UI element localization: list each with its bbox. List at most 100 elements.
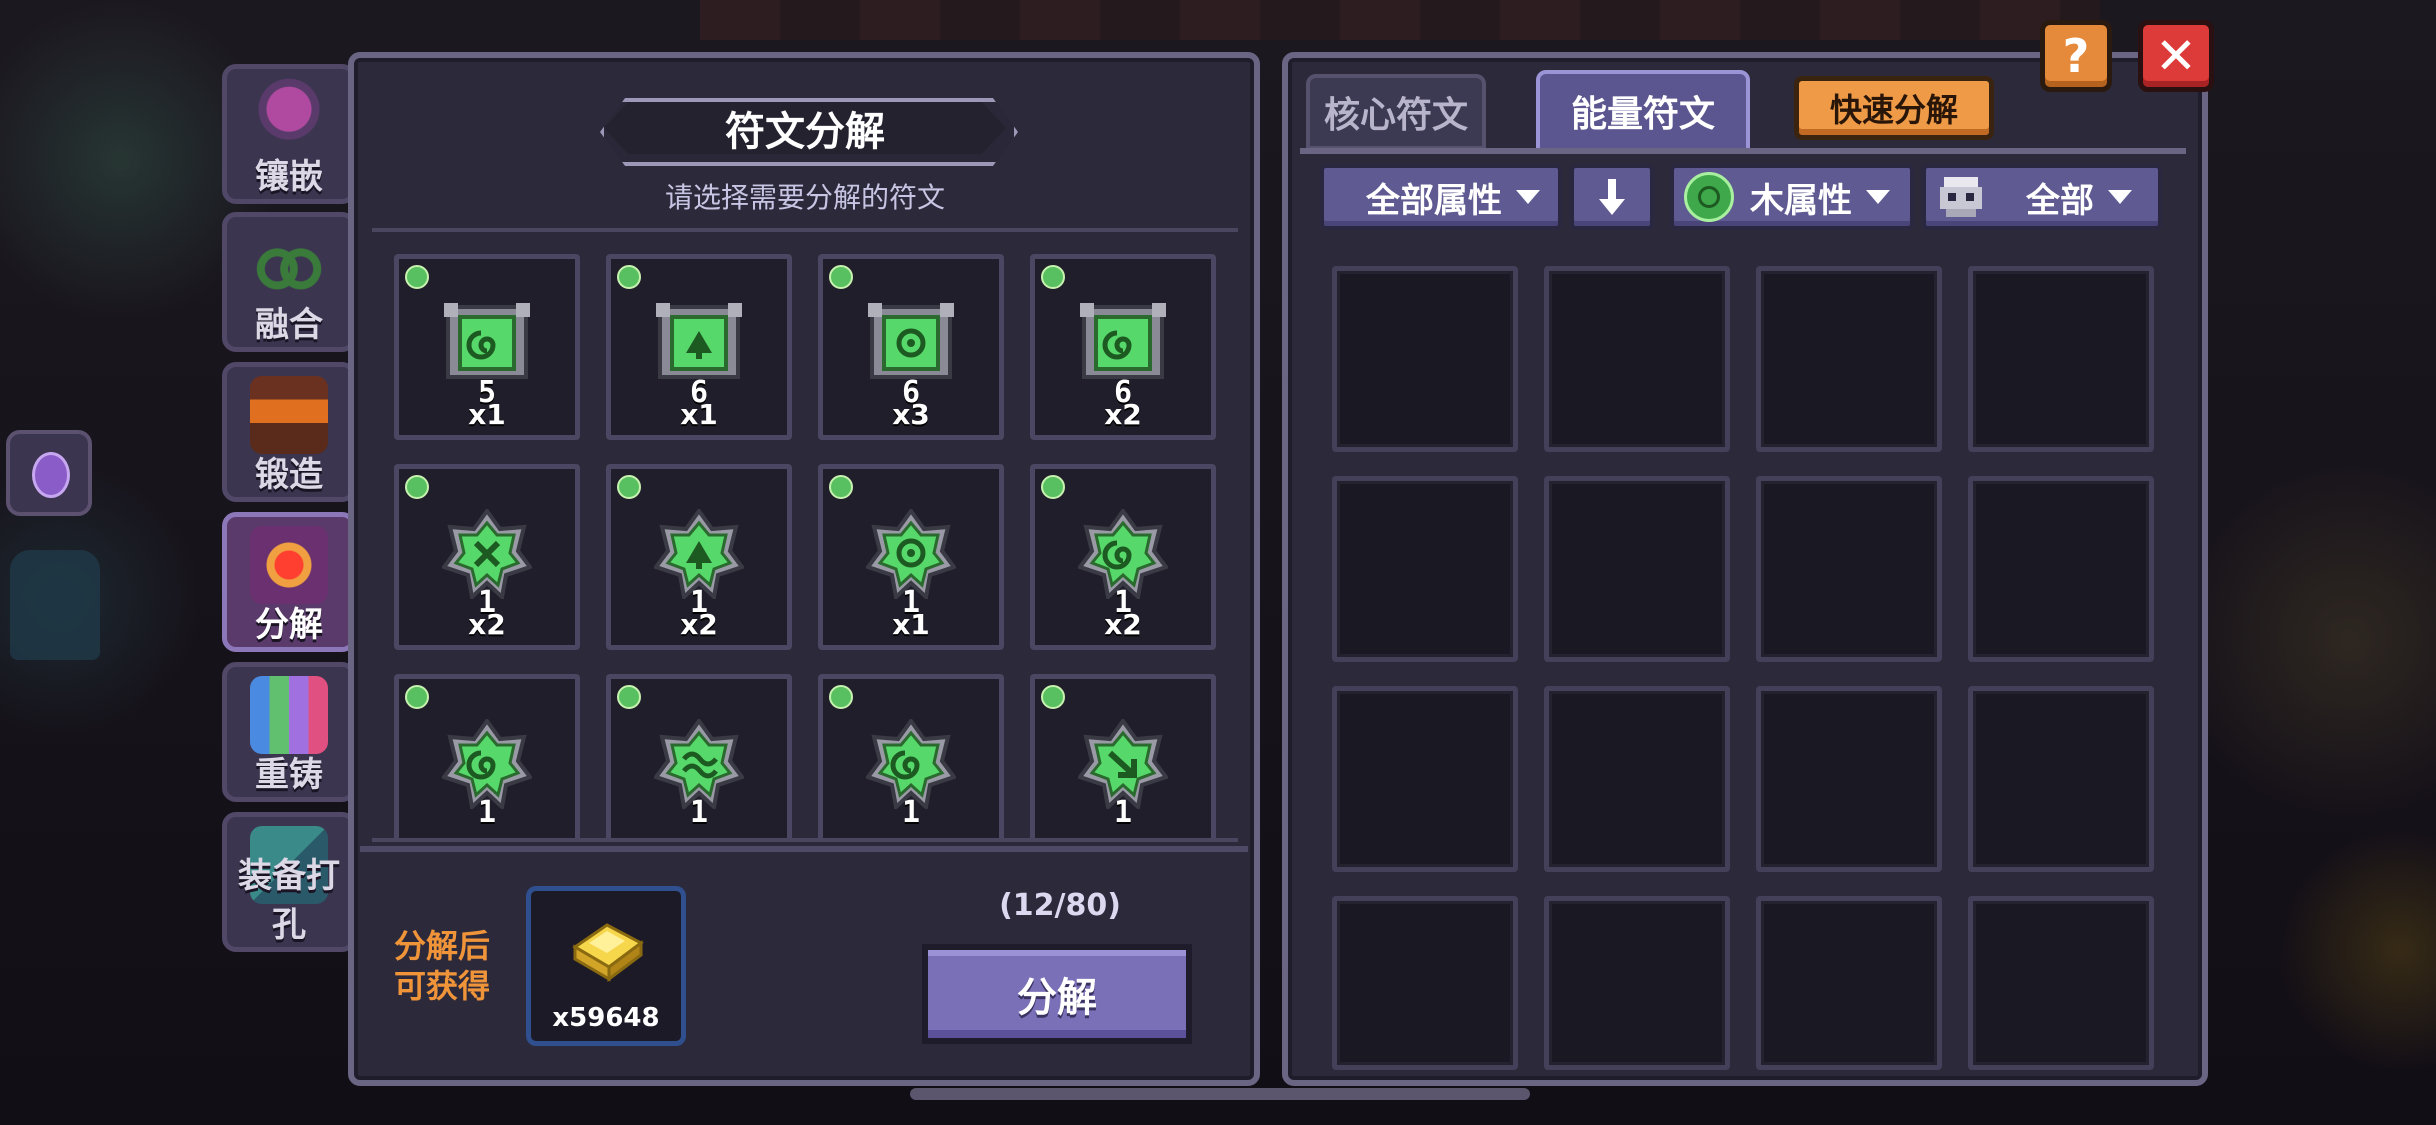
- rune-dust-icon: [572, 923, 644, 982]
- wood-element-badge-icon: [1041, 475, 1065, 499]
- wood-element-badge-icon: [617, 265, 641, 289]
- rune-level: 1: [477, 795, 497, 830]
- background-speech-bubble: [6, 430, 92, 516]
- empty-inventory-slot[interactable]: [1544, 266, 1730, 452]
- background-character: [10, 550, 100, 660]
- reward-label: 分解后可获得: [393, 927, 490, 1005]
- rune-quantity: x2: [1104, 398, 1142, 431]
- rune-quantity: x2: [1104, 608, 1142, 641]
- empty-inventory-slot[interactable]: [1544, 896, 1730, 1070]
- empty-inventory-slot[interactable]: [1756, 686, 1942, 872]
- empty-inventory-slot[interactable]: [1756, 266, 1942, 452]
- wood-element-badge-icon: [617, 475, 641, 499]
- sort-button[interactable]: [1570, 164, 1654, 230]
- background-shelves: [700, 0, 2100, 40]
- rune-slot[interactable]: 6 x3: [818, 254, 1004, 440]
- rune-slot[interactable]: 1: [1030, 674, 1216, 838]
- rune-slot[interactable]: 1 x1: [818, 464, 1004, 650]
- quick-decompose-button[interactable]: 快速分解: [1794, 76, 1994, 140]
- rune-level: 1: [689, 795, 709, 830]
- instruction-text: 请选择需要分解的符文: [664, 181, 945, 214]
- empty-inventory-slot[interactable]: [1968, 686, 2154, 872]
- rune-slot[interactable]: 1: [394, 674, 580, 838]
- decompose-button[interactable]: 分解: [922, 944, 1192, 1044]
- side-tab-label: 装备打孔: [238, 856, 340, 945]
- recast-icon: [250, 676, 328, 754]
- decompose-icon: [250, 526, 328, 604]
- rune-slot[interactable]: 1: [818, 674, 1004, 838]
- empty-inventory-slot[interactable]: [1544, 476, 1730, 662]
- rune-level: 1: [901, 795, 921, 830]
- forge-icon: [250, 376, 328, 454]
- fusion-icon: [250, 226, 328, 304]
- wood-element-badge-icon: [1041, 265, 1065, 289]
- side-tab-5[interactable]: 装备打孔: [222, 812, 356, 952]
- rune-grid[interactable]: 5 x1 6 x1 6 x3 6 x2 1 x2 1 x2 1 x1 1 x2 1 1 1 1: [372, 228, 1238, 842]
- attribute-filter-label: 全部属性: [1366, 180, 1502, 221]
- rune-slot[interactable]: 5 x1: [394, 254, 580, 440]
- rune-slot[interactable]: 1: [606, 674, 792, 838]
- tab-core-runes[interactable]: 核心符文: [1306, 74, 1486, 150]
- side-tab-4[interactable]: 重铸: [222, 662, 356, 802]
- wood-element-badge-icon: [1041, 685, 1065, 709]
- rune-level: 1: [1113, 795, 1133, 830]
- side-tab-label: 重铸: [255, 755, 323, 795]
- wood-element-badge-icon: [829, 265, 853, 289]
- mask-icon: [1940, 177, 1982, 217]
- rune-quantity: x1: [468, 398, 506, 431]
- rune-slot[interactable]: 6 x2: [1030, 254, 1216, 440]
- attribute-filter-dropdown[interactable]: 全部属性: [1320, 164, 1562, 230]
- wood-element-badge-icon: [405, 685, 429, 709]
- side-tab-label: 融合: [255, 305, 323, 345]
- element-filter-label: 木属性: [1750, 180, 1852, 221]
- rune-slot[interactable]: 1 x2: [606, 464, 792, 650]
- close-icon: ✕: [2155, 27, 2197, 85]
- empty-inventory-slot[interactable]: [1756, 896, 1942, 1070]
- side-tab-label: 分解: [255, 605, 323, 645]
- wood-element-badge-icon: [829, 475, 853, 499]
- rune-slot[interactable]: 1 x2: [394, 464, 580, 650]
- reward-quantity: x59648: [552, 1003, 660, 1033]
- empty-inventory-slot[interactable]: [1968, 266, 2154, 452]
- chevron-down-icon: [2108, 190, 2132, 204]
- element-filter-dropdown[interactable]: 木属性: [1670, 164, 1914, 230]
- divider: [360, 846, 1248, 852]
- chevron-down-icon: [1516, 190, 1540, 204]
- side-tab-0[interactable]: 镶嵌: [222, 64, 356, 204]
- empty-inventory-slot[interactable]: [1332, 686, 1518, 872]
- close-button[interactable]: ✕: [2138, 20, 2214, 92]
- rune-slot[interactable]: 1 x2: [1030, 464, 1216, 650]
- wood-element-badge-icon: [405, 265, 429, 289]
- empty-inventory-slot[interactable]: [1968, 896, 2154, 1070]
- wood-element-icon: [1684, 172, 1734, 222]
- help-button[interactable]: ?: [2040, 20, 2112, 92]
- empty-inventory-slot[interactable]: [1544, 686, 1730, 872]
- question-icon: ?: [2062, 29, 2090, 83]
- scrollbar[interactable]: [910, 1088, 1530, 1100]
- arrow-down-icon: [1599, 179, 1625, 215]
- rune-quantity: x3: [892, 398, 930, 431]
- rune-slot[interactable]: 6 x1: [606, 254, 792, 440]
- reward-item[interactable]: x59648: [526, 886, 686, 1046]
- side-tab-2[interactable]: 锻造: [222, 362, 356, 502]
- empty-inventory-slot[interactable]: [1332, 896, 1518, 1070]
- empty-inventory-slot[interactable]: [1756, 476, 1942, 662]
- side-tab-1[interactable]: 融合: [222, 212, 356, 352]
- type-filter-label: 全部: [2026, 180, 2094, 221]
- chevron-down-icon: [1866, 190, 1890, 204]
- empty-inventory-slot[interactable]: [1968, 476, 2154, 662]
- rune-quantity: x2: [680, 608, 718, 641]
- tab-energy-runes[interactable]: 能量符文: [1536, 70, 1750, 152]
- page-title: 符文分解: [725, 109, 885, 155]
- empty-inventory-slot[interactable]: [1332, 476, 1518, 662]
- tab-underline: [1300, 148, 2186, 154]
- empty-inventory-slot[interactable]: [1332, 266, 1518, 452]
- wood-element-badge-icon: [617, 685, 641, 709]
- inlay-icon: [250, 78, 328, 156]
- side-tab-label: 镶嵌: [255, 157, 323, 197]
- side-tab-3[interactable]: 分解: [222, 512, 356, 652]
- rune-quantity: x1: [680, 398, 718, 431]
- capacity-counter: (12/80): [999, 888, 1121, 923]
- type-filter-dropdown[interactable]: 全部: [1922, 164, 2162, 230]
- wood-element-badge-icon: [405, 475, 429, 499]
